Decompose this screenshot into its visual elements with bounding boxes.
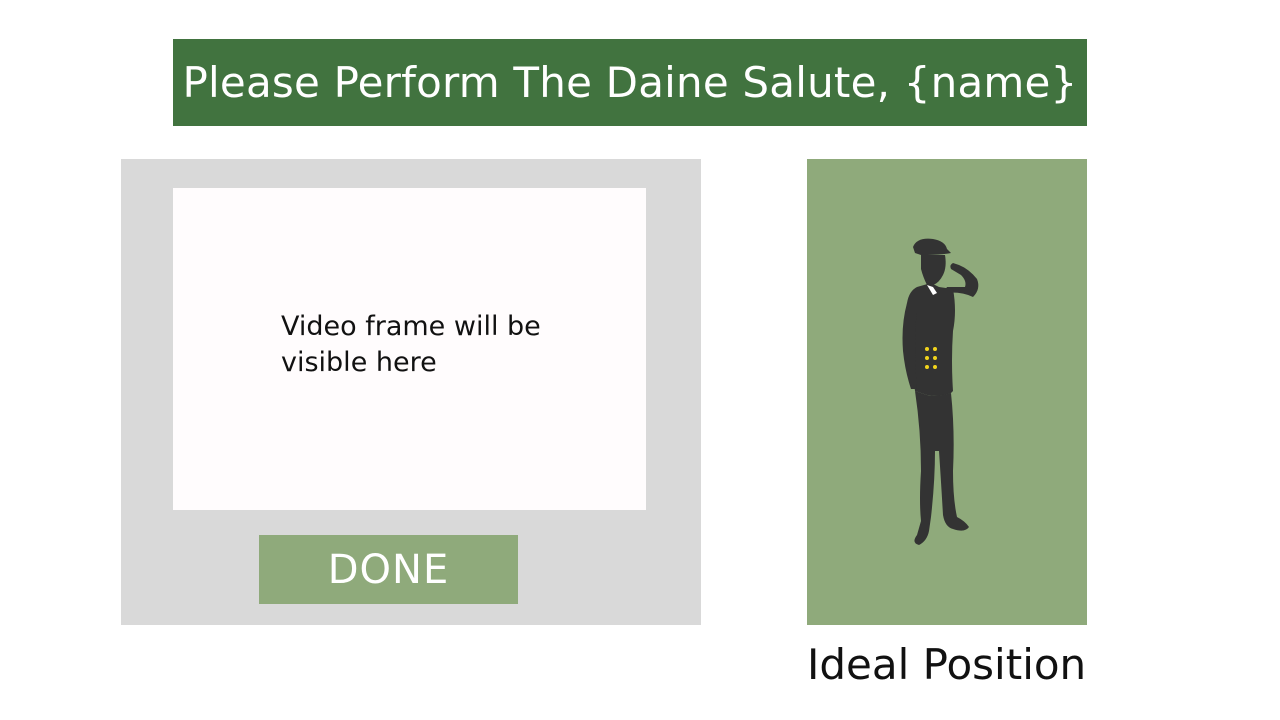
page-title: Please Perform The Daine Salute, {name} [182,58,1078,107]
video-placeholder-text: Video frame will be visible here [281,311,541,378]
title-banner: Please Perform The Daine Salute, {name} [173,39,1087,126]
ideal-position-label: Ideal Position [807,640,1087,689]
salute-screen: Please Perform The Daine Salute, {name} … [0,0,1280,720]
capture-panel: Video frame will be visible here DONE [121,159,701,625]
saluting-soldier-icon [902,238,979,545]
done-button[interactable]: DONE [259,535,518,604]
video-frame: Video frame will be visible here [173,188,646,510]
ideal-position-panel [807,159,1087,625]
